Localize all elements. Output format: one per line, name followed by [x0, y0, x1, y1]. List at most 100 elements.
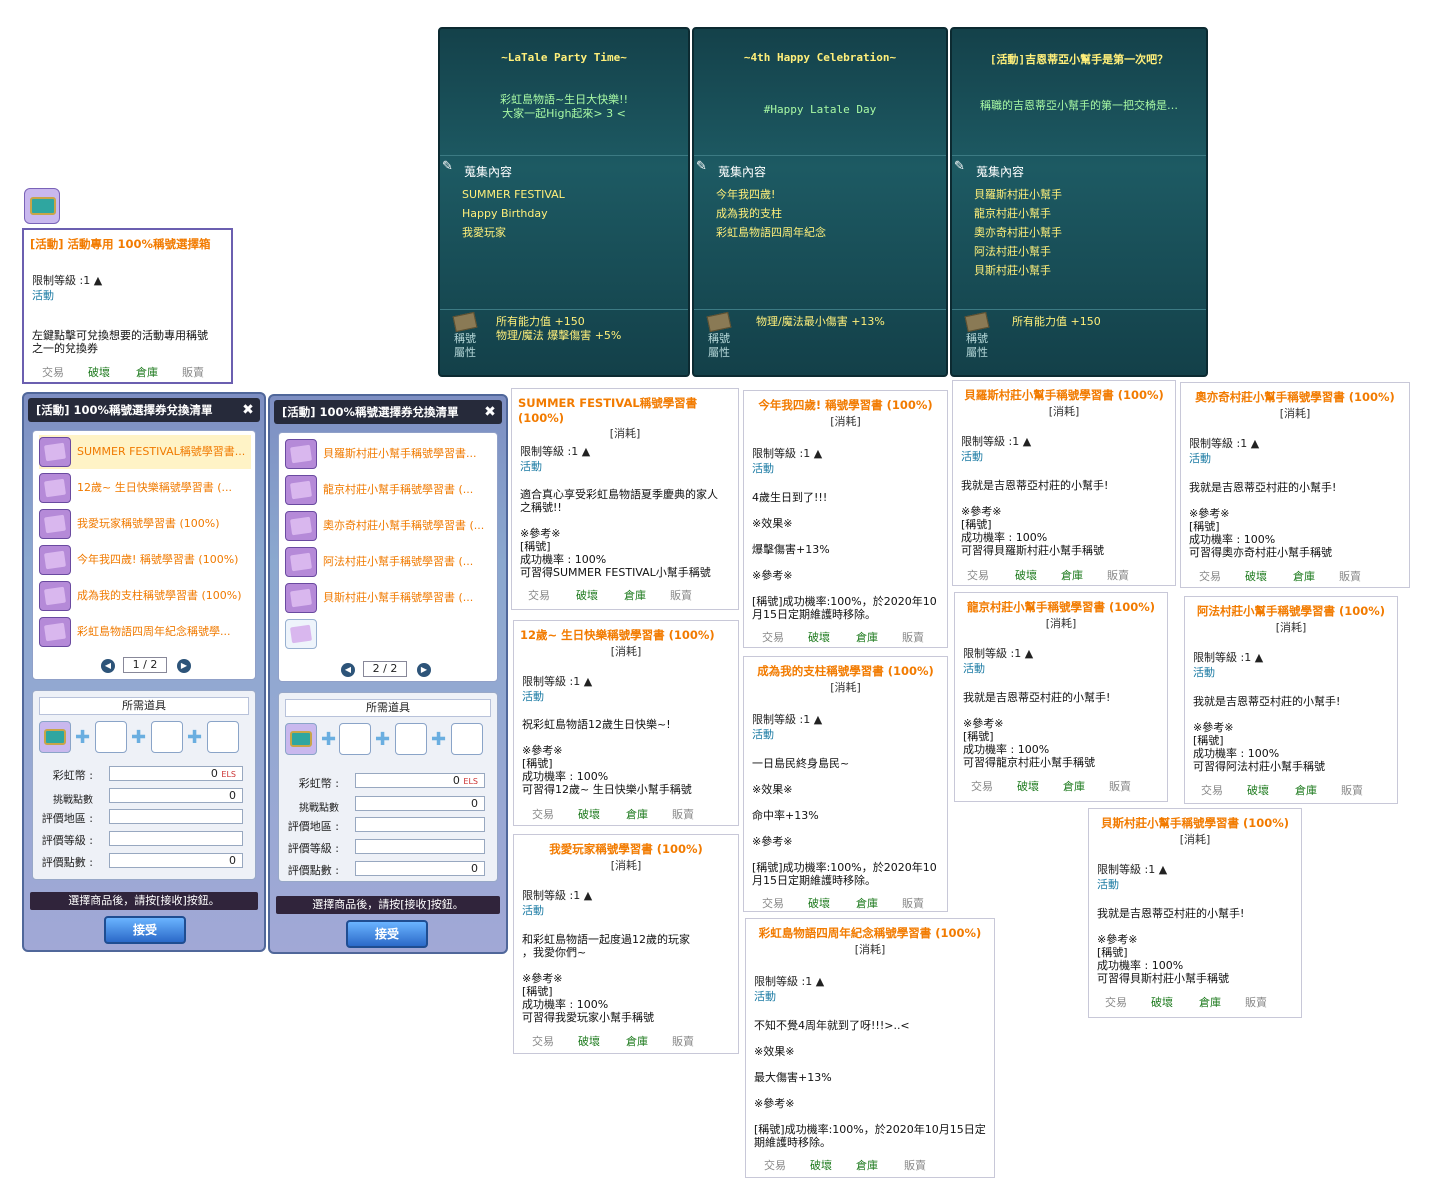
grade-field [109, 831, 243, 846]
accept-button[interactable]: 接受 [104, 916, 186, 944]
trade-action: 交易 [42, 366, 64, 379]
exchange-window-page1: [活動] 100%稱號選擇券兌換清單 ✖ SUMMER FESTIVAL稱號學習… [22, 392, 266, 952]
plus-icon: ✚ [187, 727, 203, 748]
break-action: 破壞 [1245, 570, 1267, 583]
next-page-icon[interactable]: ▶ [177, 659, 191, 673]
event-tag: 活動 [963, 662, 985, 675]
area-field [355, 817, 485, 832]
store-action: 倉庫 [1293, 570, 1315, 583]
book-icon [285, 583, 317, 613]
selection-box-slot-icon [285, 723, 317, 755]
store-action: 倉庫 [624, 589, 646, 602]
event-tag: 活動 [961, 450, 983, 463]
level-req: 限制等級 :1 ▲ [522, 889, 593, 902]
item-desc: 我就是吉恩蒂亞村莊的小幫手! ※參考※ [稱號] 成功機率 : 100% 可習得… [961, 479, 1109, 557]
list-item[interactable]: 今年我四歲! 稱號學習書 (100%) [39, 543, 251, 577]
break-action: 破壞 [808, 631, 830, 644]
scroll-icon: ✎ [696, 159, 707, 174]
consume-tag: [消耗] [1045, 617, 1077, 630]
card-stats: 物理/魔法最小傷害 +13% [756, 315, 885, 328]
selection-box-tooltip: [活動] 活動專用 100%稱號選擇箱 限制等級 :1 ▲ 活動 左鍵點擊可兌換… [22, 228, 233, 384]
list-item[interactable]: 彩虹島物語四周年紀念稱號學... [39, 615, 251, 649]
challenge-label: 挑戰點數 [299, 803, 339, 814]
item-slot[interactable] [151, 721, 183, 753]
grade-label: 評價等級 : [287, 842, 339, 855]
collect-item: 彩虹島物語四周年紀念 [716, 226, 826, 239]
break-action: 破壞 [578, 1035, 600, 1048]
level-req: 限制等級 :1 ▲ [961, 435, 1032, 448]
event-tag: 活動 [1189, 452, 1211, 465]
prev-page-icon[interactable]: ◀ [101, 659, 115, 673]
card-title: [活動]吉恩蒂亞小幫手是第一次吧？ [989, 53, 1169, 66]
level-req: 限制等級 :1 ▲ [752, 447, 823, 460]
title-card-4th-celebration: ~4th Happy Celebration~ #Happy Latale Da… [692, 27, 948, 377]
selection-box-slot-icon [39, 721, 71, 753]
list-item[interactable]: 龍京村莊小幫手稱號學習書 (... [285, 473, 493, 507]
consume-tag: [消耗] [1275, 621, 1307, 634]
store-action: 倉庫 [1063, 780, 1085, 793]
sell-action: 販賣 [904, 1159, 926, 1172]
book-icon [39, 581, 71, 611]
item-slot[interactable] [207, 721, 239, 753]
tooltip-four-years: 今年我四歲! 稱號學習書 (100%) [消耗] 限制等級 :1 ▲ 活動 4歲… [743, 390, 948, 648]
list-item[interactable]: 我愛玩家稱號學習書 (100%) [39, 507, 251, 541]
sell-action: 販賣 [182, 366, 204, 379]
list-item[interactable]: 成為我的支柱稱號學習書 (100%) [39, 579, 251, 613]
level-req: 限制等級 :1 ▲ [1097, 863, 1168, 876]
item-name: SUMMER FESTIVAL稱號學習書 (100%) [518, 396, 698, 425]
prev-page-icon[interactable]: ◀ [341, 663, 355, 677]
area-label: 評價地區 : [287, 820, 339, 833]
item-slot[interactable] [339, 723, 371, 755]
tooltip-4th-anniversary: 彩虹島物語四周年紀念稱號學習書 (100%) [消耗] 限制等級 :1 ▲ 活動… [745, 918, 995, 1178]
required-title: 所需道具 [39, 697, 249, 715]
list-item[interactable]: 阿法村莊小幫手稱號學習書 (... [285, 545, 493, 579]
book-icon [39, 509, 71, 539]
card-title: ~LaTale Party Time~ [501, 51, 627, 64]
sell-action: 販賣 [902, 897, 924, 910]
book-icon [39, 545, 71, 575]
selection-box-icon[interactable] [24, 188, 60, 224]
points-field: 0 [355, 861, 485, 876]
accept-button[interactable]: 接受 [346, 920, 428, 948]
exchange-list: SUMMER FESTIVAL稱號學習書... 12歲~ 生日快樂稱號學習書 (… [32, 430, 256, 680]
close-icon[interactable]: ✖ [481, 403, 499, 421]
window-title: [活動] 100%稱號選擇券兌換清單 ✖ [274, 400, 502, 424]
item-name: 奧亦奇村莊小幫手稱號學習書 (100%) [1195, 390, 1395, 404]
level-req: 限制等級 :1 ▲ [754, 975, 825, 988]
area-field [109, 809, 243, 824]
trade-action: 交易 [1105, 996, 1127, 1009]
title-attr: 稱號 屬性 [450, 311, 480, 360]
plus-icon: ✚ [321, 729, 337, 750]
store-action: 倉庫 [1199, 996, 1221, 1009]
list-item[interactable]: 貝斯村莊小幫手稱號學習書 (... [285, 581, 493, 615]
item-name: 我愛玩家稱號學習書 (100%) [549, 842, 703, 856]
item-name: [活動] 活動專用 100%稱號選擇箱 [30, 237, 211, 251]
item-slot[interactable] [95, 721, 127, 753]
tooltip-beiluosi-helper: 貝羅斯村莊小幫手稱號學習書 (100%) [消耗] 限制等級 :1 ▲ 活動 我… [952, 380, 1176, 586]
grade-label: 評價等級 : [41, 834, 93, 847]
collect-item: 今年我四歲! [716, 188, 776, 201]
next-page-icon[interactable]: ▶ [417, 663, 431, 677]
list-item[interactable]: SUMMER FESTIVAL稱號學習書... [39, 435, 251, 469]
close-icon[interactable]: ✖ [239, 401, 257, 419]
list-item[interactable]: 奧亦奇村莊小幫手稱號學習書 (... [285, 509, 493, 543]
item-slot[interactable] [451, 723, 483, 755]
exchange-window-page2: [活動] 100%稱號選擇券兌換清單 ✖ 貝羅斯村莊小幫手稱號學習書... 龍京… [268, 394, 508, 954]
list-item[interactable]: 貝羅斯村莊小幫手稱號學習書... [285, 437, 493, 471]
list-item[interactable]: 12歲~ 生日快樂稱號學習書 (... [39, 471, 251, 505]
collect-item: SUMMER FESTIVAL [462, 188, 565, 201]
item-desc: 祝彩虹島物語12歲生日快樂~! ※參考※ [稱號] 成功機率 : 100% 可習… [522, 718, 692, 796]
store-action: 倉庫 [1295, 784, 1317, 797]
store-action: 倉庫 [856, 897, 878, 910]
page-indicator: 2 / 2 [363, 661, 407, 677]
rainbow-label: 彩虹幣 : [298, 777, 339, 790]
required-items-panel: 所需道具 ✚ ✚ ✚ 彩虹幣 : 0 ELS 挑戰點數 0 評價地區 : 評價等… [32, 690, 256, 880]
consume-tag: [消耗] [609, 427, 641, 440]
rainbow-coin-field: 0 ELS [109, 766, 243, 781]
title-attr: 稱號 屬性 [704, 311, 734, 360]
item-desc: 我就是吉恩蒂亞村莊的小幫手! ※參考※ [稱號] 成功機率 : 100% 可習得… [1193, 695, 1341, 773]
consume-tag: [消耗] [1179, 833, 1211, 846]
title-attr-icon [964, 311, 990, 333]
consume-tag: [消耗] [610, 859, 642, 872]
item-slot[interactable] [395, 723, 427, 755]
